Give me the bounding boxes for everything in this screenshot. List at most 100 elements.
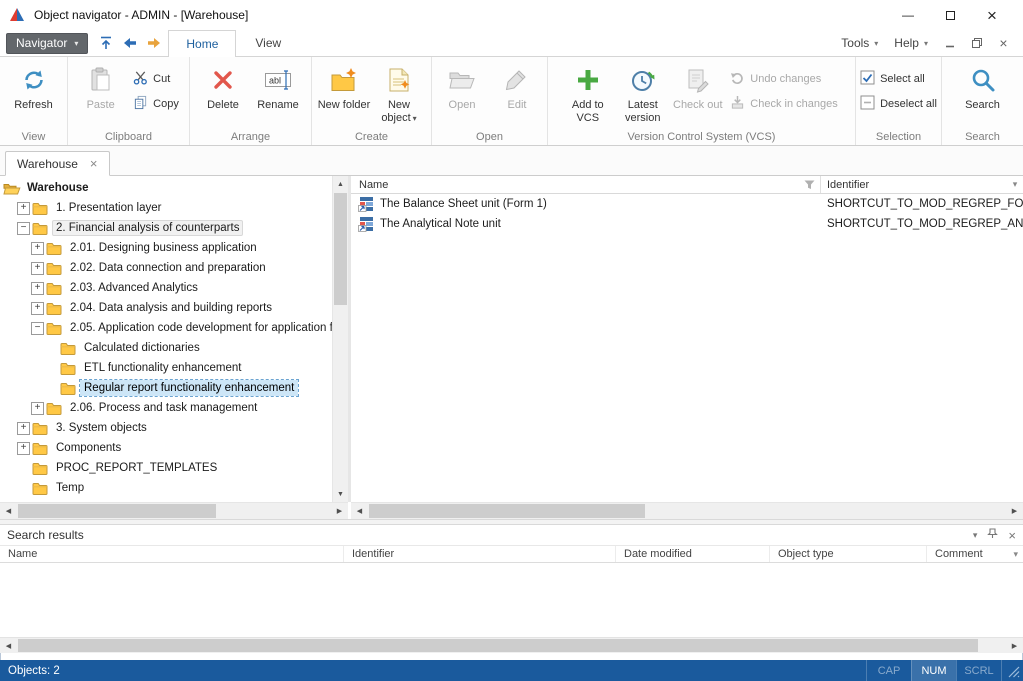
edit-button[interactable]: Edit bbox=[491, 60, 544, 128]
select-all-button[interactable]: Select all bbox=[856, 70, 941, 87]
filter-icon[interactable] bbox=[804, 180, 815, 190]
mdi-restore-button[interactable] bbox=[963, 33, 990, 53]
list-item[interactable]: The Analytical Note unit SHORTCUT_TO_MOD… bbox=[351, 214, 1023, 234]
tree-item[interactable]: + 3. System objects bbox=[0, 418, 332, 438]
help-menu[interactable]: Help▾ bbox=[886, 33, 936, 54]
tree-item[interactable]: − 2. Financial analysis of counterparts bbox=[0, 218, 332, 238]
check-out-button[interactable]: Check out bbox=[671, 60, 724, 128]
tree-item[interactable]: PROC_REPORT_TEMPLATES bbox=[0, 458, 332, 478]
go-up-button[interactable] bbox=[94, 33, 117, 54]
scroll-down-arrow[interactable]: ▼ bbox=[333, 486, 348, 502]
panel-close-icon[interactable]: × bbox=[1008, 529, 1016, 542]
add-to-vcs-button[interactable]: Add to VCS bbox=[561, 60, 614, 128]
copy-button[interactable]: Copy bbox=[129, 95, 183, 112]
search-hscroll-thumb[interactable] bbox=[18, 639, 978, 652]
tree-expand-toggle[interactable]: + bbox=[17, 442, 30, 455]
tree-item[interactable]: Regular report functionality enhancement bbox=[0, 378, 332, 398]
delete-icon bbox=[211, 64, 235, 96]
pin-icon[interactable] bbox=[987, 528, 998, 542]
column-options-icon[interactable]: ▾ bbox=[1007, 179, 1023, 190]
ribbon-tab-view[interactable]: View bbox=[238, 30, 298, 56]
tree-horizontal-scrollbar[interactable]: ◀ ▶ bbox=[0, 502, 348, 519]
tree-item[interactable]: + 2.03. Advanced Analytics bbox=[0, 278, 332, 298]
list-item[interactable]: The Balance Sheet unit (Form 1) SHORTCUT… bbox=[351, 194, 1023, 214]
ribbon-group-arrange: Delete abl Rename Arrange bbox=[190, 57, 312, 145]
tree-item[interactable]: ETL functionality enhancement bbox=[0, 358, 332, 378]
undo-changes-button[interactable]: Undo changes bbox=[726, 70, 841, 87]
column-options-icon[interactable]: ▾ bbox=[1013, 546, 1018, 562]
search-results-scrollbar[interactable]: ◀ ▶ bbox=[0, 637, 1023, 653]
panel-menu-icon[interactable]: ▾ bbox=[973, 530, 978, 541]
group-label-search: Search bbox=[942, 131, 1023, 143]
new-object-button[interactable]: New object▾ bbox=[373, 60, 426, 128]
tree-item[interactable]: Temp bbox=[0, 478, 332, 498]
navigator-menu-button[interactable]: Navigator▾ bbox=[6, 33, 88, 54]
ribbon-tab-home[interactable]: Home bbox=[168, 30, 236, 57]
new-folder-label: New folder bbox=[318, 99, 371, 112]
list-horizontal-scrollbar[interactable]: ◀ ▶ bbox=[351, 502, 1023, 519]
forward-button[interactable] bbox=[142, 33, 165, 54]
search-column-comment[interactable]: Comment bbox=[927, 546, 1023, 562]
tree-item[interactable]: + Components bbox=[0, 438, 332, 458]
paste-button[interactable]: Paste bbox=[74, 60, 127, 128]
tree-expand-toggle[interactable]: + bbox=[31, 302, 44, 315]
column-header-identifier[interactable]: Identifier bbox=[821, 176, 1007, 193]
tree-item[interactable]: Warehouse bbox=[0, 178, 332, 198]
copy-label: Copy bbox=[153, 98, 179, 110]
tree-vertical-scrollbar[interactable]: ▲ ▼ bbox=[332, 176, 348, 502]
latest-version-button[interactable]: Latest version bbox=[616, 60, 669, 128]
tree-expand-toggle[interactable]: − bbox=[31, 322, 44, 335]
tools-menu[interactable]: Tools▾ bbox=[833, 33, 886, 54]
undo-changes-icon bbox=[730, 70, 745, 88]
scroll-right-arrow[interactable]: ▶ bbox=[1006, 503, 1023, 519]
mdi-minimize-button[interactable] bbox=[936, 33, 963, 53]
tree-expand-toggle[interactable]: + bbox=[31, 262, 44, 275]
tree-expand-toggle[interactable]: + bbox=[31, 242, 44, 255]
column-header-name[interactable]: Name bbox=[351, 176, 821, 193]
document-tab-warehouse[interactable]: Warehouse × bbox=[5, 151, 110, 176]
tree-hscroll-thumb[interactable] bbox=[18, 504, 216, 518]
ribbon-group-view: Refresh View bbox=[0, 57, 68, 145]
tree-item[interactable]: + 1. Presentation layer bbox=[0, 198, 332, 218]
scroll-left-arrow[interactable]: ◀ bbox=[0, 503, 17, 519]
tree-expand-toggle[interactable]: + bbox=[31, 402, 44, 415]
tree-item[interactable]: − 2.05. Application code development for… bbox=[0, 318, 332, 338]
scroll-right-arrow[interactable]: ▶ bbox=[331, 503, 348, 519]
tree-item[interactable]: + 2.01. Designing business application bbox=[0, 238, 332, 258]
scroll-left-arrow[interactable]: ◀ bbox=[351, 503, 368, 519]
search-column-identifier[interactable]: Identifier bbox=[344, 546, 616, 562]
new-folder-button[interactable]: New folder bbox=[318, 60, 371, 128]
open-button[interactable]: Open bbox=[436, 60, 489, 128]
scroll-right-arrow[interactable]: ▶ bbox=[1006, 638, 1023, 653]
minimize-button[interactable]: — bbox=[887, 1, 929, 29]
check-in-changes-button[interactable]: Check in changes bbox=[726, 95, 841, 112]
search-column-object-type[interactable]: Object type bbox=[770, 546, 927, 562]
tree-item[interactable]: + 2.06. Process and task management bbox=[0, 398, 332, 418]
tree-item[interactable]: + 2.02. Data connection and preparation bbox=[0, 258, 332, 278]
mdi-close-button[interactable]: × bbox=[990, 33, 1017, 53]
search-column-date-modified[interactable]: Date modified bbox=[616, 546, 770, 562]
rename-button[interactable]: abl Rename bbox=[252, 60, 305, 128]
search-column-name[interactable]: Name bbox=[0, 546, 344, 562]
close-button[interactable]: × bbox=[971, 1, 1013, 29]
refresh-button[interactable]: Refresh bbox=[7, 60, 60, 128]
tree-expand-toggle[interactable]: + bbox=[31, 282, 44, 295]
resize-grip[interactable] bbox=[1001, 660, 1023, 681]
scroll-up-arrow[interactable]: ▲ bbox=[333, 176, 348, 192]
tree-item[interactable]: + 2.04. Data analysis and building repor… bbox=[0, 298, 332, 318]
cut-button[interactable]: Cut bbox=[129, 70, 183, 87]
list-hscroll-thumb[interactable] bbox=[369, 504, 645, 518]
delete-button[interactable]: Delete bbox=[197, 60, 250, 128]
maximize-button[interactable] bbox=[929, 1, 971, 29]
search-button[interactable]: Search bbox=[956, 60, 1009, 128]
scroll-left-arrow[interactable]: ◀ bbox=[0, 638, 17, 653]
tree-vscroll-thumb[interactable] bbox=[334, 193, 347, 305]
tree-item[interactable]: Calculated dictionaries bbox=[0, 338, 332, 358]
back-button[interactable] bbox=[118, 33, 141, 54]
tree-expand-toggle[interactable]: + bbox=[17, 202, 30, 215]
tree-expand-toggle[interactable]: + bbox=[17, 422, 30, 435]
new-object-dropdown-icon[interactable]: ▾ bbox=[413, 114, 417, 123]
deselect-all-button[interactable]: Deselect all bbox=[856, 95, 941, 112]
tree-expand-toggle[interactable]: − bbox=[17, 222, 30, 235]
tab-close-icon[interactable]: × bbox=[90, 157, 98, 170]
